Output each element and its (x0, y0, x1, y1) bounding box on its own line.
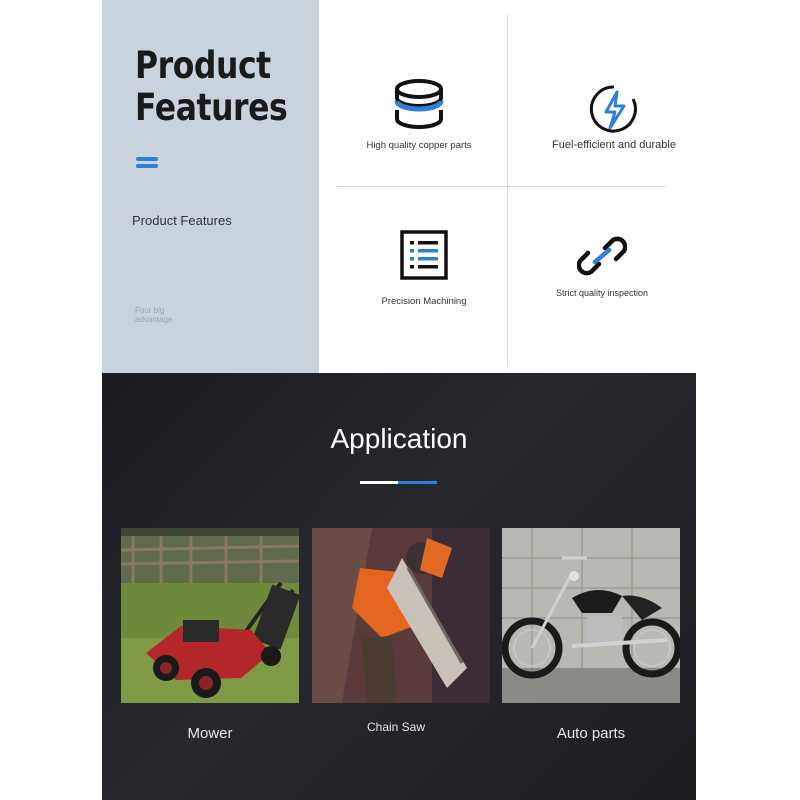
lawn-mower-photo (121, 528, 299, 703)
application-label: Chain Saw (366, 720, 426, 734)
feature-precision-machining: Precision Machining (339, 230, 509, 307)
advantage-note: Four big advantage (135, 306, 173, 324)
feature-label: Strict quality inspection (555, 288, 649, 298)
equals-icon (136, 157, 158, 169)
feature-copper-parts: High quality copper parts (339, 76, 499, 151)
product-page: Product Features Product Features Four b… (102, 0, 696, 800)
grid-divider-vertical (507, 14, 508, 366)
feature-quality-inspection: Strict quality inspection (517, 232, 687, 298)
motorcycle-photo (502, 528, 680, 703)
application-title: Application (330, 423, 468, 454)
features-subtitle: Product Features (132, 213, 232, 228)
chainsaw-photo (312, 528, 490, 703)
stacked-coins-icon (394, 79, 444, 129)
feature-label: Precision Machining (381, 296, 467, 307)
application-label: Mower (187, 725, 233, 742)
headline-line-2: Features (135, 86, 288, 129)
features-side-panel: Product Features Product Features Four b… (102, 0, 319, 373)
checklist-icon (400, 230, 448, 280)
feature-label: Fuel-efficient and durable (552, 139, 676, 151)
title-underline (360, 481, 437, 484)
feature-label: High quality copper parts (366, 140, 472, 151)
headline-line-1: Product (135, 44, 271, 87)
application-label: Auto parts (556, 725, 626, 742)
feature-fuel-efficient: Fuel-efficient and durable (529, 84, 699, 151)
features-section: Product Features Product Features Four b… (102, 0, 696, 373)
application-section: Application Mower Chain Saw Auto parts (102, 373, 696, 800)
grid-divider-horizontal (337, 186, 667, 187)
chain-link-icon (577, 236, 627, 276)
feature-grid: High quality copper parts Fuel-efficient… (319, 0, 696, 373)
lightning-icon (589, 85, 637, 133)
